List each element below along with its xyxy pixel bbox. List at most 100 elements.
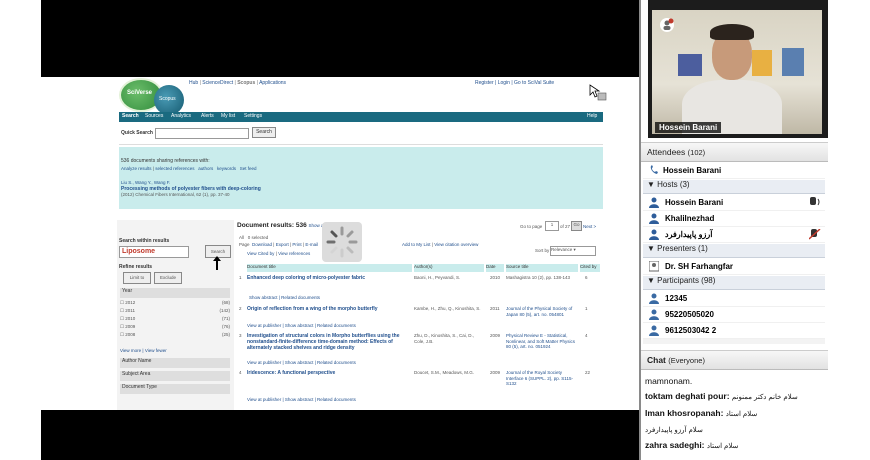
participant-row[interactable]: 12345: [643, 291, 825, 307]
header-link[interactable]: Applications: [259, 80, 286, 86]
row-cited[interactable]: 22: [585, 370, 590, 376]
year-item[interactable]: ☐ 2009 (76): [120, 324, 230, 332]
row-cited[interactable]: 1: [585, 306, 588, 312]
row-number: 1: [239, 275, 242, 280]
col-source[interactable]: Source title: [506, 264, 578, 272]
select-all[interactable]: All: [239, 235, 244, 240]
row-cited[interactable]: 4: [585, 333, 588, 339]
wall-painting: [752, 50, 772, 76]
presenters-section-header[interactable]: ▼ Presenters (1): [643, 244, 825, 258]
facet-author-name[interactable]: Author Name: [120, 358, 230, 368]
host-row[interactable]: آرزو پاپيدارفرد: [643, 227, 825, 243]
add-to-list-link[interactable]: Add to My List: [402, 242, 431, 247]
col-title[interactable]: Document title: [247, 264, 412, 272]
nav-alerts[interactable]: Alerts: [201, 113, 214, 119]
chat-message: zahra sadeghi: سلام استاد: [645, 440, 739, 450]
row-links[interactable]: View at publisher | Show abstract | Rela…: [247, 360, 356, 366]
speaker-status-icon: [660, 18, 674, 32]
attendees-header[interactable]: Attendees (102): [641, 142, 828, 162]
email-link[interactable]: E-mail: [305, 242, 318, 247]
selected-references-link[interactable]: selected references: [155, 166, 194, 171]
nav-search[interactable]: Search: [122, 113, 139, 119]
limit-to-button[interactable]: Limit to: [123, 272, 151, 284]
row-source[interactable]: Physical Review E - Statistical, Nonline…: [506, 333, 578, 350]
analyze-results-link[interactable]: Analyze results: [121, 166, 152, 171]
download-link[interactable]: Download: [252, 242, 272, 247]
header-links: Hub | ScienceDirect | Scopus | Applicati…: [189, 80, 287, 86]
quick-search-input[interactable]: [155, 128, 249, 139]
year-item[interactable]: ☐ 2011 (142): [120, 308, 230, 316]
nav-my-list[interactable]: My list: [221, 113, 235, 119]
row-title[interactable]: Enhanced deep coloring of micro-polyeste…: [247, 275, 412, 281]
user-icon: [649, 293, 659, 304]
row-title[interactable]: Investigation of structural colors in Mo…: [247, 333, 412, 351]
select-page[interactable]: Page: [239, 242, 250, 247]
webcam-feed: Hossein Barani: [652, 10, 822, 134]
participant-row[interactable]: 9612503042 2: [643, 323, 825, 339]
col-authors[interactable]: Author(s): [414, 264, 484, 272]
year-facet-header[interactable]: Year: [120, 288, 230, 298]
header-link[interactable]: Hub: [189, 80, 198, 86]
scopus-logo: Scopus: [154, 85, 184, 115]
doc-authors[interactable]: Liu S., Wang Y., Wang F.: [121, 180, 170, 186]
panel-divider[interactable]: [639, 0, 641, 460]
keywords-link[interactable]: keywords: [217, 166, 236, 171]
row-links[interactable]: View at publisher | Show abstract | Rela…: [247, 397, 356, 403]
set-feed-link[interactable]: Set feed: [240, 166, 257, 171]
view-references-link[interactable]: View references: [278, 251, 310, 256]
page-input[interactable]: 1: [545, 221, 559, 231]
presenter-row[interactable]: Dr. SH Farhangfar: [643, 259, 825, 275]
chat-header[interactable]: Chat (Everyone): [641, 350, 828, 370]
wall-painting: [678, 54, 702, 76]
row-number: 2: [239, 306, 242, 311]
quick-search-button[interactable]: Search: [252, 127, 276, 138]
header-link[interactable]: ScienceDirect: [202, 80, 233, 86]
row-source[interactable]: Journal of the Physical Society of Japan…: [506, 306, 578, 317]
nav-settings[interactable]: Settings: [244, 113, 262, 119]
sort-select[interactable]: Relevance ▾: [550, 246, 596, 256]
col-cited[interactable]: Cited by: [580, 264, 600, 272]
participants-section-header[interactable]: ▼ Participants (98): [643, 276, 825, 290]
row-source[interactable]: Journal of the Royal Society Interface 6…: [506, 370, 578, 387]
nav-help[interactable]: Help: [587, 113, 597, 119]
row-authors: Zhu, D., Kinoshita, S., Cai, D., Cole, J…: [414, 333, 475, 344]
account-links[interactable]: Register | Login | Go to SciVal Suite: [475, 80, 554, 86]
export-link[interactable]: Export: [276, 242, 289, 247]
nav-analytics[interactable]: Analytics: [171, 113, 191, 119]
chat-message: Iman khosropanah: سلام استاد: [645, 408, 758, 418]
exclude-button[interactable]: Exclude: [154, 272, 182, 284]
next-page-link[interactable]: Next >: [583, 224, 596, 230]
citation-overview-link[interactable]: View citation overview: [434, 242, 478, 247]
main-nav: Search Sources Analytics Alerts My list …: [119, 112, 603, 122]
host-row[interactable]: Khalilnezhad: [643, 211, 825, 227]
hosts-section-header[interactable]: ▼ Hosts (3): [643, 180, 825, 194]
facet-subject-area[interactable]: Subject Area: [120, 371, 230, 381]
facet-document-type[interactable]: Document Type: [120, 384, 230, 394]
search-within-input[interactable]: Liposome: [119, 246, 189, 258]
goto-page-label: Go to page: [520, 224, 543, 229]
row-links[interactable]: Show abstract | Related documents: [249, 295, 320, 301]
muted-icon: [808, 228, 821, 242]
year-item[interactable]: ☐ 2012 (68): [120, 300, 230, 308]
chat-message: mamnonam.: [645, 376, 693, 386]
nav-sources[interactable]: Sources: [145, 113, 163, 119]
host-row[interactable]: Hossein Barani: [643, 195, 825, 211]
selected-count: 0 selected: [247, 235, 269, 240]
view-more-link[interactable]: View more | View fewer: [120, 348, 167, 354]
participant-row[interactable]: 95220505020: [643, 307, 825, 323]
row-title[interactable]: Iridescence: A functional perspective: [247, 370, 412, 376]
toolbar-row-3: View Cited by | View references: [247, 251, 311, 256]
view-cited-by-link[interactable]: View Cited by: [247, 251, 274, 256]
self-row[interactable]: Hossein Barani: [643, 163, 825, 179]
go-button[interactable]: Go: [571, 221, 582, 231]
col-date[interactable]: Date: [486, 264, 504, 272]
year-item[interactable]: ☐ 2008 (25): [120, 332, 230, 340]
header-link[interactable]: Scopus: [237, 80, 255, 86]
authors-link[interactable]: authors: [198, 166, 213, 171]
row-title[interactable]: Origin of reflection from a wing of the …: [247, 306, 412, 312]
row-links[interactable]: View at publisher | Show abstract | Rela…: [247, 323, 356, 329]
row-cited[interactable]: 6: [585, 275, 588, 281]
year-item[interactable]: ☐ 2010 (71): [120, 316, 230, 324]
row-authors: Doucet, S.M., Meadows, M.G.: [414, 370, 475, 375]
print-link[interactable]: Print: [292, 242, 301, 247]
